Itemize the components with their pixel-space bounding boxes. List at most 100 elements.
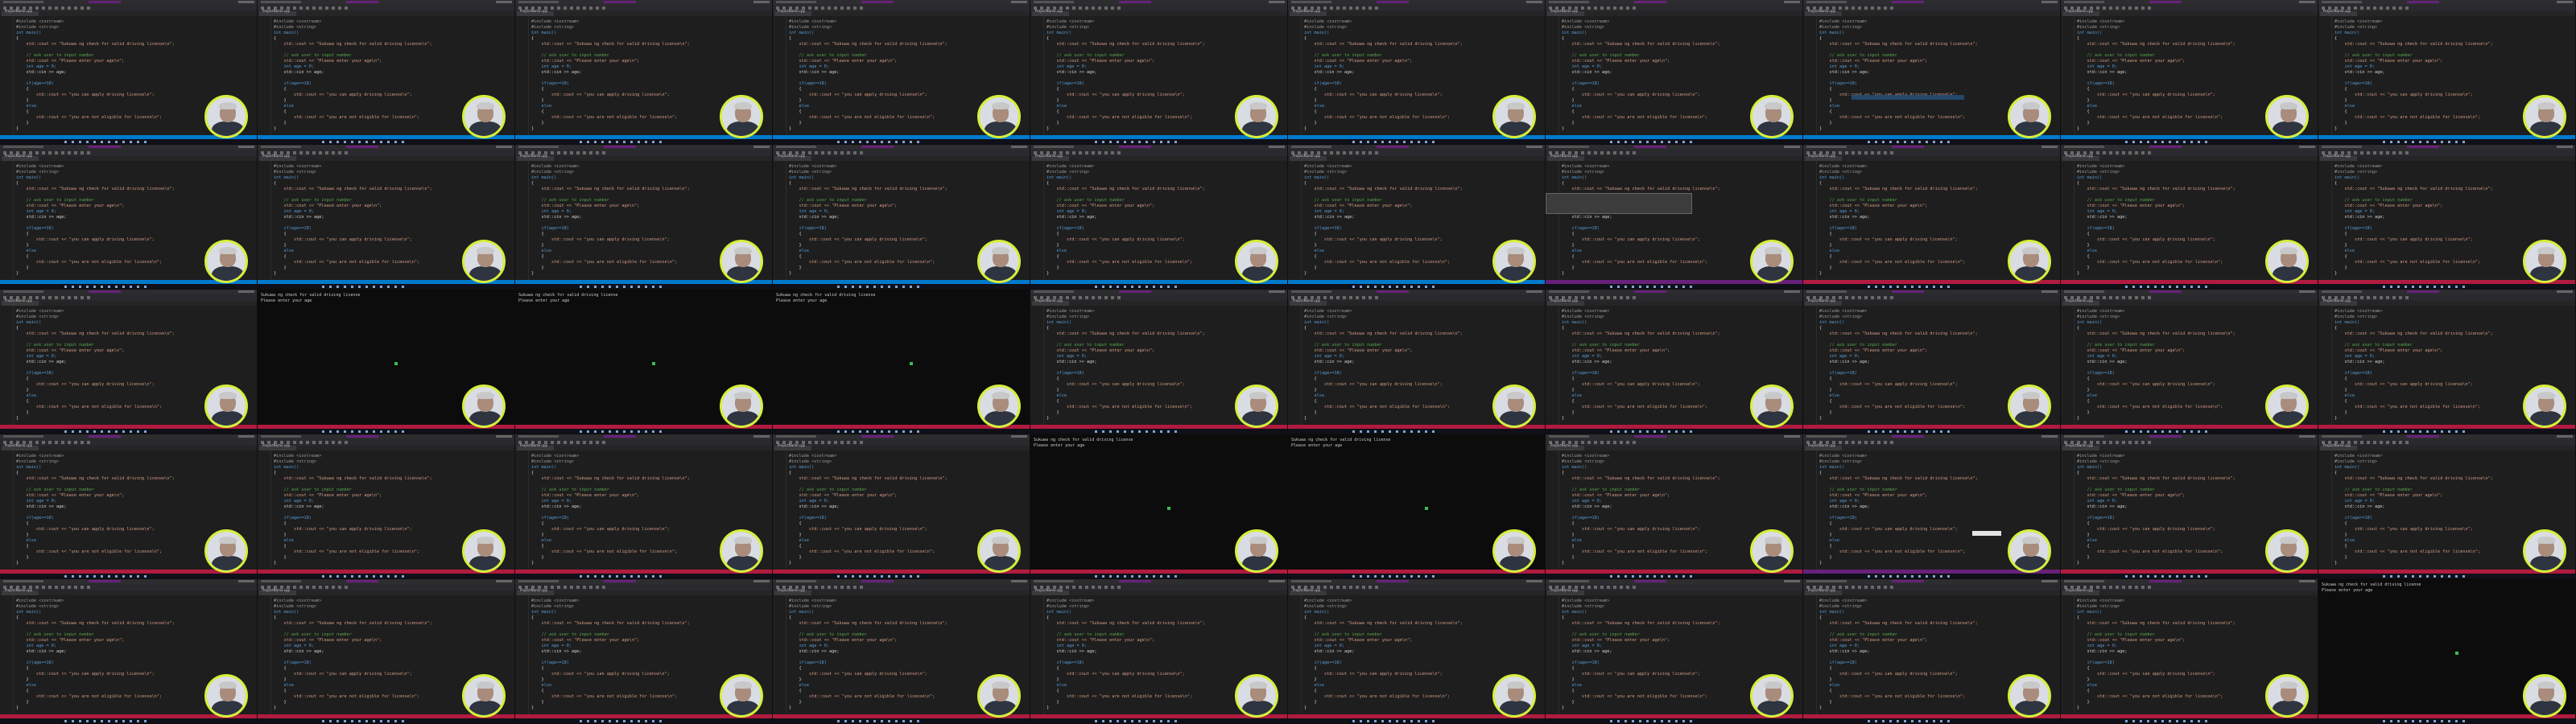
taskbar-app-icon[interactable] <box>859 720 861 722</box>
toolbar-button-icon[interactable] <box>853 6 857 10</box>
menu-bar[interactable] <box>2064 580 2104 582</box>
toolbar-button-icon[interactable] <box>1877 586 1880 589</box>
toolbar-button-icon[interactable] <box>48 586 52 589</box>
taskbar-app-icon[interactable] <box>1160 141 1162 143</box>
taskbar-app-icon[interactable] <box>1926 575 1928 578</box>
toolbar-button-icon[interactable] <box>551 151 554 154</box>
taskbar-app-icon[interactable] <box>64 286 67 288</box>
taskbar-app-icon[interactable] <box>1889 286 1892 288</box>
taskbar-app-icon[interactable] <box>336 141 339 143</box>
taskbar-app-icon[interactable] <box>580 430 582 433</box>
taskbar-app-icon[interactable] <box>1617 720 1620 722</box>
window-controls[interactable] <box>238 146 254 148</box>
taskbar-app-icon[interactable] <box>2441 286 2443 288</box>
toolbar-button-icon[interactable] <box>1620 6 1623 10</box>
taskbar-app-icon[interactable] <box>329 430 332 433</box>
taskbar-app-icon[interactable] <box>144 286 147 288</box>
taskbar-app-icon[interactable] <box>910 141 912 143</box>
taskbar-app-icon[interactable] <box>1095 286 1097 288</box>
taskbar-app-icon[interactable] <box>365 575 368 578</box>
taskbar-app-icon[interactable] <box>64 430 67 433</box>
toolbar-button-icon[interactable] <box>1864 151 1868 154</box>
toolbar-button-icon[interactable] <box>1839 151 1842 154</box>
taskbar-app-icon[interactable] <box>373 141 375 143</box>
taskbar-app-icon[interactable] <box>1610 430 1612 433</box>
toolbar-button-icon[interactable] <box>1633 441 1636 444</box>
taskbar-app-icon[interactable] <box>1897 575 1899 578</box>
menu-bar[interactable] <box>1034 580 1074 582</box>
taskbar-app-icon[interactable] <box>322 430 324 433</box>
taskbar-app-icon[interactable] <box>2462 430 2465 433</box>
taskbar-app-icon[interactable] <box>387 286 390 288</box>
window-controls[interactable] <box>2041 290 2058 293</box>
taskbar-app-icon[interactable] <box>2390 720 2392 722</box>
toolbar-button-icon[interactable] <box>602 441 605 444</box>
taskbar-app-icon[interactable] <box>1396 141 1398 143</box>
taskbar-app-icon[interactable] <box>601 430 604 433</box>
taskbar-app-icon[interactable] <box>2434 141 2436 143</box>
taskbar-app-icon[interactable] <box>1153 720 1155 722</box>
toolbar-button-icon[interactable] <box>1072 296 1075 299</box>
toolbar-button-icon[interactable] <box>1620 151 1623 154</box>
taskbar-app-icon[interactable] <box>1690 430 1692 433</box>
taskbar-app-icon[interactable] <box>137 720 139 722</box>
taskbar-app-icon[interactable] <box>1904 430 1906 433</box>
taskbar-app-icon[interactable] <box>630 141 633 143</box>
toolbar-button-icon[interactable] <box>821 441 824 444</box>
taskbar-app-icon[interactable] <box>394 430 397 433</box>
taskbar-app-icon[interactable] <box>917 141 919 143</box>
toolbar-button-icon[interactable] <box>1375 296 1378 299</box>
taskbar-app-icon[interactable] <box>1632 575 1634 578</box>
taskbar-app-icon[interactable] <box>1868 141 1870 143</box>
toolbar-button-icon[interactable] <box>2103 441 2106 444</box>
taskbar-app-icon[interactable] <box>1653 141 1656 143</box>
toolbar-button-icon[interactable] <box>1362 6 1365 10</box>
taskbar-app-icon[interactable] <box>910 575 912 578</box>
taskbar-app-icon[interactable] <box>1403 430 1406 433</box>
taskbar-app-icon[interactable] <box>837 430 840 433</box>
taskbar-app-icon[interactable] <box>2455 720 2458 722</box>
taskbar-app-icon[interactable] <box>2132 141 2135 143</box>
taskbar-app-icon[interactable] <box>1889 141 1892 143</box>
taskbar-app-icon[interactable] <box>1153 575 1155 578</box>
toolbar-button-icon[interactable] <box>42 296 45 299</box>
window-controls[interactable] <box>1269 290 1285 293</box>
taskbar-app-icon[interactable] <box>1418 430 1420 433</box>
taskbar-app-icon[interactable] <box>1432 286 1435 288</box>
taskbar-app-icon[interactable] <box>1124 141 1126 143</box>
taskbar-app-icon[interactable] <box>2154 141 2157 143</box>
taskbar-app-icon[interactable] <box>2426 286 2429 288</box>
toolbar-button-icon[interactable] <box>61 6 64 10</box>
toolbar-button-icon[interactable] <box>2141 441 2145 444</box>
toolbar-button-icon[interactable] <box>1607 296 1610 299</box>
taskbar-app-icon[interactable] <box>616 141 618 143</box>
toolbar-button-icon[interactable] <box>1104 586 1108 589</box>
toolbar-button-icon[interactable] <box>1890 6 1893 10</box>
taskbar-app-icon[interactable] <box>859 575 861 578</box>
toolbar-button-icon[interactable] <box>2380 296 2383 299</box>
toolbar-button-icon[interactable] <box>2122 6 2125 10</box>
menu-bar[interactable] <box>1549 290 1589 293</box>
toolbar-button-icon[interactable] <box>1323 151 1327 154</box>
taskbar-app-icon[interactable] <box>1389 575 1391 578</box>
taskbar-app-icon[interactable] <box>1374 430 1377 433</box>
window-controls[interactable] <box>1784 146 1800 148</box>
taskbar-app-icon[interactable] <box>2125 575 2128 578</box>
window-controls[interactable] <box>2299 290 2315 293</box>
taskbar-app-icon[interactable] <box>2176 575 2178 578</box>
taskbar-app-icon[interactable] <box>1410 575 1413 578</box>
toolbar-button-icon[interactable] <box>602 151 605 154</box>
taskbar-app-icon[interactable] <box>365 430 368 433</box>
toolbar-button-icon[interactable] <box>306 586 309 589</box>
taskbar-app-icon[interactable] <box>2161 720 2164 722</box>
taskbar-app-icon[interactable] <box>322 720 324 722</box>
toolbar-button-icon[interactable] <box>1368 6 1372 10</box>
taskbar-app-icon[interactable] <box>2441 141 2443 143</box>
menu-bar[interactable] <box>2064 290 2104 293</box>
taskbar-app-icon[interactable] <box>144 575 147 578</box>
taskbar-app-icon[interactable] <box>2426 430 2429 433</box>
taskbar-app-icon[interactable] <box>587 430 589 433</box>
window-controls[interactable] <box>753 1 770 3</box>
taskbar-app-icon[interactable] <box>1682 575 1685 578</box>
toolbar-button-icon[interactable] <box>808 6 811 10</box>
